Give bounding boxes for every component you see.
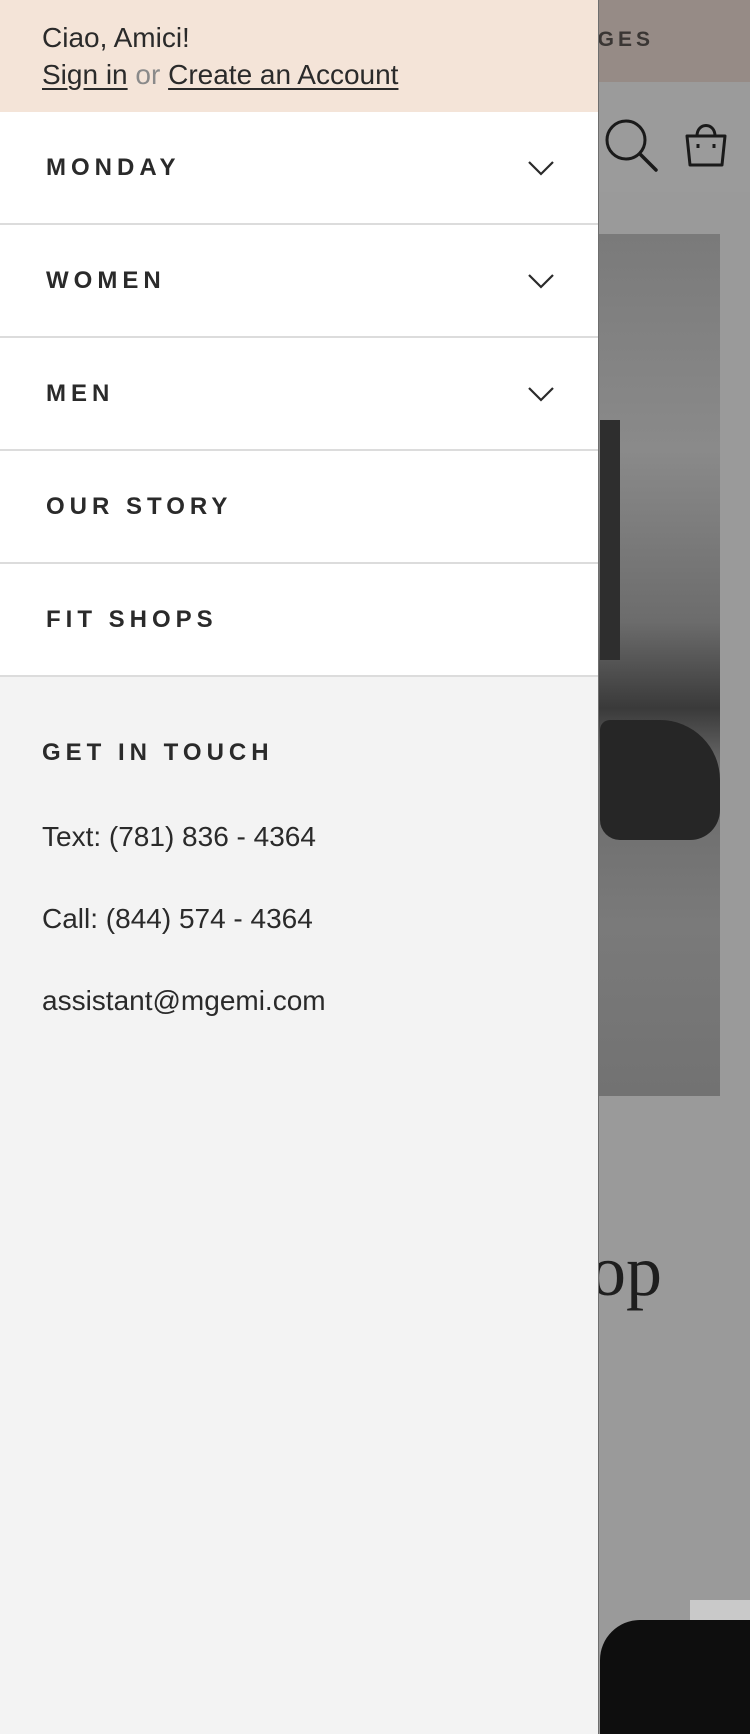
chevron-down-icon[interactable] bbox=[528, 273, 554, 289]
chevron-down-icon[interactable] bbox=[528, 160, 554, 176]
contact-call-number[interactable]: Call: (844) 574 - 4364 bbox=[42, 903, 598, 935]
hero-image-shadow bbox=[600, 720, 720, 840]
account-block: Ciao, Amici! Sign in or Create an Accoun… bbox=[0, 0, 598, 112]
chevron-down-icon[interactable] bbox=[528, 386, 554, 402]
nav-item-label: MEN bbox=[46, 379, 115, 407]
section-heading: op bbox=[590, 1231, 662, 1311]
greeting-text: Ciao, Amici! bbox=[42, 22, 190, 53]
account-links: Sign in or Create an Account bbox=[42, 56, 598, 94]
or-text: or bbox=[135, 59, 161, 90]
nav-item-label: WOMEN bbox=[46, 266, 166, 294]
contact-email[interactable]: assistant@mgemi.com bbox=[42, 985, 598, 1017]
shopping-bag-icon[interactable] bbox=[684, 118, 728, 168]
nav-item-our-story[interactable]: OUR STORY bbox=[0, 451, 598, 564]
create-account-link[interactable]: Create an Account bbox=[168, 59, 398, 90]
nav-list: MONDAY WOMEN MEN OUR STORY FIT SHOPS bbox=[0, 112, 598, 677]
nav-item-label: FIT SHOPS bbox=[46, 605, 218, 633]
contact-title: GET IN TOUCH bbox=[42, 739, 274, 766]
promo-banner-text: GES bbox=[597, 28, 654, 51]
hero-image-detail bbox=[600, 420, 620, 660]
nav-item-men[interactable]: MEN bbox=[0, 338, 598, 451]
product-image bbox=[600, 1620, 750, 1734]
nav-item-label: OUR STORY bbox=[46, 492, 233, 520]
navigation-drawer: Ciao, Amici! Sign in or Create an Accoun… bbox=[0, 0, 599, 1734]
nav-item-women[interactable]: WOMEN bbox=[0, 225, 598, 338]
contact-section: GET IN TOUCH Text: (781) 836 - 4364 Call… bbox=[0, 739, 598, 1017]
search-icon[interactable] bbox=[604, 118, 658, 172]
sign-in-link[interactable]: Sign in bbox=[42, 59, 128, 90]
nav-item-label: MONDAY bbox=[46, 153, 181, 181]
contact-text-number[interactable]: Text: (781) 836 - 4364 bbox=[42, 821, 598, 853]
nav-item-monday[interactable]: MONDAY bbox=[0, 112, 598, 225]
nav-item-fit-shops[interactable]: FIT SHOPS bbox=[0, 564, 598, 677]
